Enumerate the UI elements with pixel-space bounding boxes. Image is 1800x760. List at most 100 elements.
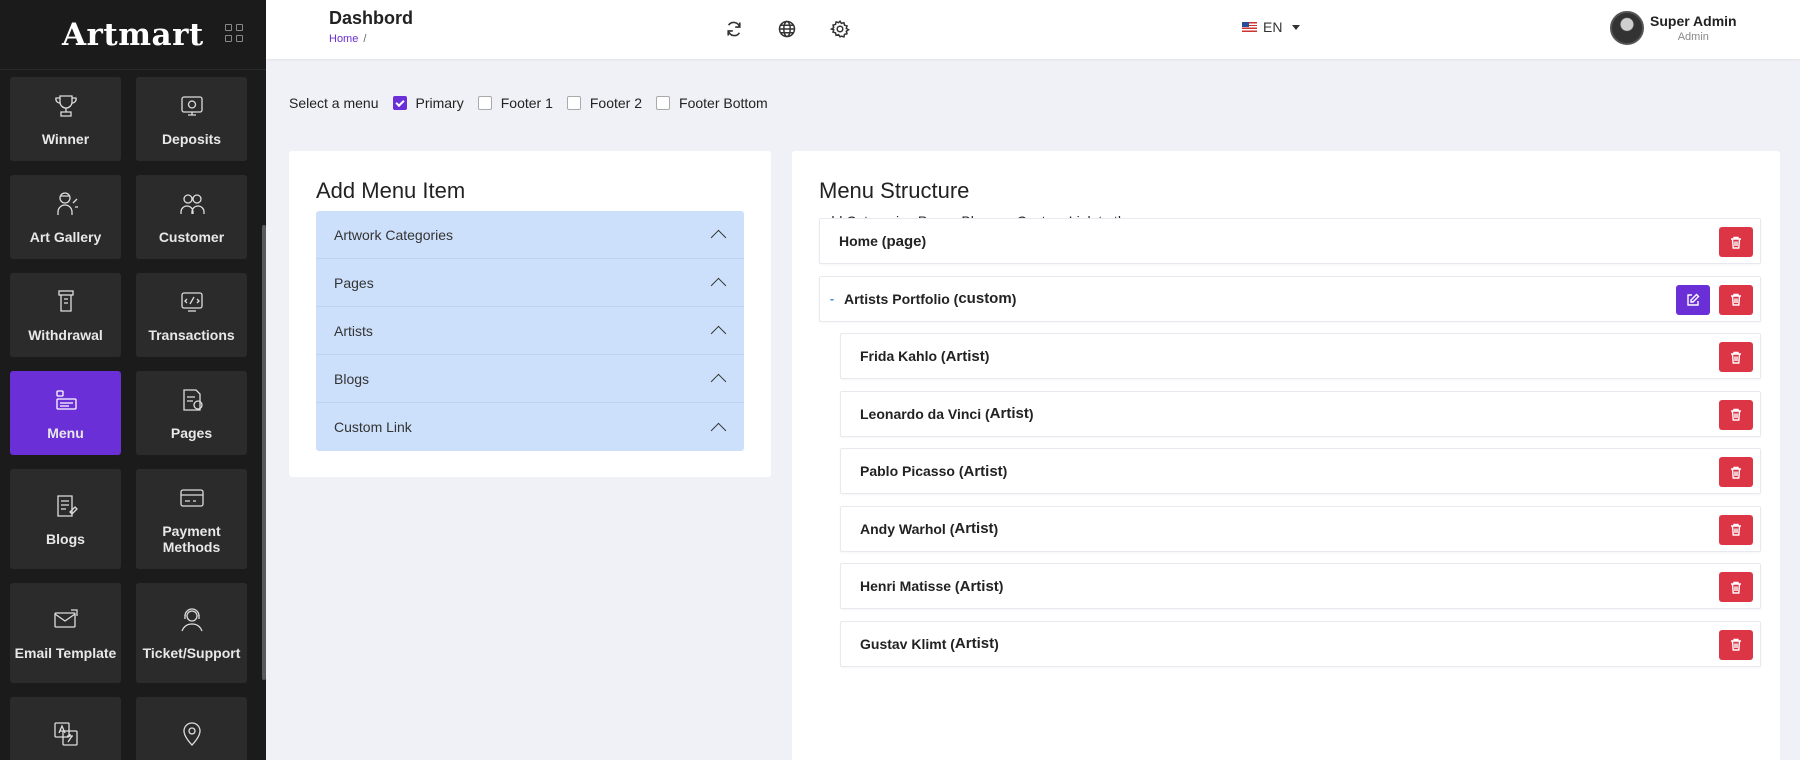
- top-header: Dashbord Home / EN Super Admin Admin: [266, 0, 1800, 59]
- checkbox-box[interactable]: [392, 96, 407, 110]
- menu-item-name: Henri Matisse: [860, 578, 952, 594]
- menu-item-type: custom: [958, 290, 1012, 307]
- menu-structure-item[interactable]: Andy Warhol (Artist): [840, 505, 1761, 552]
- sidebar-item-languages[interactable]: Languages: [10, 697, 121, 760]
- user-name: Super Admin: [1650, 13, 1737, 29]
- delete-button[interactable]: [1719, 284, 1753, 315]
- paren: ): [994, 635, 999, 652]
- paren: (: [951, 578, 960, 594]
- menu-item-type: Artist: [959, 577, 999, 595]
- delete-button[interactable]: [1719, 514, 1753, 545]
- sidebar-scrollbar[interactable]: [262, 225, 266, 680]
- paren: (: [877, 233, 887, 249]
- accordion-item-custom-link[interactable]: Custom Link: [316, 403, 744, 451]
- delete-button[interactable]: [1719, 399, 1753, 430]
- sidebar-item-deposits[interactable]: Deposits: [136, 77, 247, 161]
- paren: ): [984, 348, 990, 364]
- accordion-item-blogs[interactable]: Blogs: [316, 355, 744, 403]
- checkbox-label: Primary: [415, 95, 464, 111]
- globe-icon[interactable]: [777, 19, 797, 39]
- gear-icon[interactable]: [830, 19, 850, 39]
- breadcrumb: Home /: [329, 33, 366, 45]
- accordion-item-label: Custom Link: [334, 419, 412, 435]
- sidebar-item-winner[interactable]: Winner: [10, 77, 121, 161]
- menu-icon: [55, 390, 77, 410]
- sidebar-item-transactions[interactable]: Transactions: [136, 273, 247, 357]
- menu-item-type: page: [886, 232, 922, 250]
- sidebar-item-label: Customer: [158, 229, 225, 245]
- accordion-item-artwork-categories[interactable]: Artwork Categories: [316, 211, 744, 259]
- sidebar-item-customer[interactable]: Customer: [136, 175, 247, 259]
- checkbox-footer-1[interactable]: Footer 1: [477, 95, 553, 111]
- sidebar-item-location[interactable]: Location: [136, 697, 247, 760]
- trash-icon: [1731, 408, 1741, 421]
- checkbox-box[interactable]: [566, 96, 581, 110]
- paren: ): [921, 233, 927, 249]
- delete-button[interactable]: [1719, 227, 1753, 257]
- chevron-up-icon: [710, 277, 727, 294]
- grid-toggle-icon[interactable]: [225, 24, 243, 42]
- sidebar-item-label: Withdrawal: [28, 327, 103, 343]
- delete-button[interactable]: [1719, 572, 1753, 602]
- sidebar-item-label: Ticket/Support: [142, 645, 241, 661]
- menu-item-name: Artists Portfolio: [844, 290, 950, 307]
- accordion-item-label: Blogs: [334, 370, 370, 387]
- sidebar-item-blogs[interactable]: Blogs: [10, 469, 121, 569]
- checkbox-footer-bottom[interactable]: Footer Bottom: [656, 95, 768, 111]
- support-icon: [180, 608, 203, 632]
- sidebar-item-menu[interactable]: Menu: [10, 371, 121, 455]
- sidebar-item-art-gallery[interactable]: Art Gallery: [10, 175, 121, 259]
- menu-structure-item[interactable]: Henri Matisse (Artist): [840, 563, 1761, 609]
- menu-structure-item[interactable]: Gustav Klimt (Artist): [840, 620, 1761, 667]
- panel-title: Add Menu Item: [316, 178, 466, 203]
- avatar: [1610, 11, 1644, 45]
- sidebar: Artmart Winner Deposits Art Gallery Custome…: [0, 0, 266, 760]
- trash-icon: [1731, 351, 1741, 364]
- menu-item-type: Artist: [954, 520, 994, 537]
- credit-card-icon: [179, 489, 204, 507]
- delete-button[interactable]: [1719, 457, 1753, 487]
- accordion-item-pages[interactable]: Pages: [316, 259, 744, 307]
- refresh-icon[interactable]: [724, 19, 744, 39]
- deposit-icon: [180, 96, 203, 116]
- language-code: EN: [1263, 19, 1283, 35]
- accordion-item-label: Pages: [334, 274, 374, 291]
- edit-button[interactable]: [1676, 284, 1710, 315]
- paren: (: [954, 463, 964, 479]
- menu-structure-item[interactable]: Leonardo da Vinci (Artist): [840, 390, 1761, 437]
- sidebar-item-label: Transactions: [148, 327, 235, 343]
- menu-structure-item[interactable]: Frida Kahlo (Artist): [840, 333, 1761, 379]
- sidebar-menu: Winner Deposits Art Gallery Customer Withdra…: [10, 77, 252, 760]
- user-role: Admin: [1677, 31, 1709, 43]
- delete-button[interactable]: [1719, 342, 1753, 372]
- menu-item-name: Frida Kahlo: [860, 348, 938, 364]
- delete-button[interactable]: [1719, 629, 1753, 660]
- sidebar-item-payment-methods[interactable]: Payment Methods: [136, 469, 247, 569]
- sidebar-item-email-template[interactable]: Email Template: [10, 583, 121, 683]
- collapse-toggle-icon[interactable]: -: [830, 292, 834, 306]
- accordion-item-artists[interactable]: Artists: [316, 307, 744, 355]
- checkbox-footer-2[interactable]: Footer 2: [566, 95, 642, 111]
- language-selector[interactable]: EN: [1242, 19, 1301, 35]
- sidebar-item-ticket-support[interactable]: Ticket/Support: [136, 583, 247, 683]
- blogs-icon: [56, 495, 78, 517]
- sidebar-item-label: Deposits: [161, 131, 222, 147]
- checkbox-box[interactable]: [656, 96, 671, 110]
- trash-icon: [1731, 236, 1741, 249]
- sidebar-item-label: Blogs: [46, 531, 85, 547]
- menu-item-type: Artist: [963, 462, 1003, 480]
- checkbox-primary[interactable]: Primary: [392, 95, 464, 111]
- menu-structure-item[interactable]: Home (page): [819, 218, 1761, 264]
- menu-structure-item[interactable]: Pablo Picasso (Artist): [840, 448, 1761, 494]
- sidebar-item-withdrawal[interactable]: Withdrawal: [10, 273, 121, 357]
- breadcrumb-home[interactable]: Home: [329, 33, 358, 45]
- brand-logo[interactable]: Artmart: [62, 17, 204, 53]
- menu-item-name: Home: [839, 233, 878, 249]
- menu-structure-panel: Menu Structure add Categories,Pages,Blog…: [792, 151, 1780, 760]
- checkbox-label: Footer Bottom: [679, 95, 768, 111]
- checkbox-box[interactable]: [477, 96, 492, 110]
- sidebar-item-pages[interactable]: Pages: [136, 371, 247, 455]
- paren: (: [946, 635, 955, 652]
- menu-structure-item[interactable]: - Artists Portfolio (custom): [819, 275, 1761, 322]
- user-menu[interactable]: Super Admin Admin: [1610, 11, 1737, 45]
